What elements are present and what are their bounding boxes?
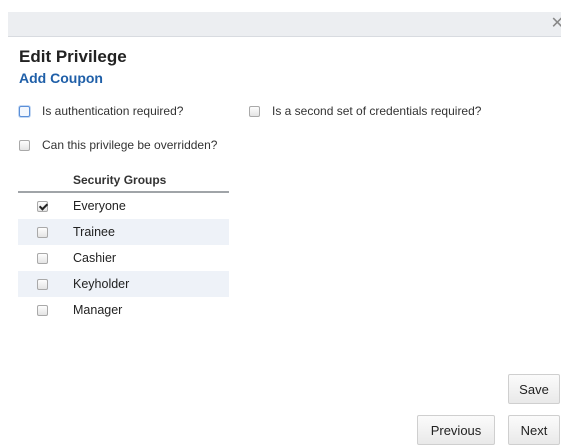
table-row[interactable]: Cashier [18, 245, 229, 271]
table-row[interactable]: Manager [18, 297, 229, 323]
row-label: Trainee [73, 225, 115, 239]
can-override-label: Can this privilege be overridden? [42, 138, 218, 152]
dialog-titlebar: ✕ [8, 12, 561, 37]
row-label: Manager [73, 303, 123, 317]
auth-required-checkbox[interactable] [19, 105, 30, 117]
can-override-checkbox[interactable] [19, 139, 30, 151]
table-row[interactable]: Keyholder [18, 271, 229, 297]
auth-required-label: Is authentication required? [42, 104, 184, 118]
row-checkbox[interactable] [37, 304, 48, 316]
row-checkbox[interactable] [37, 200, 48, 212]
page-title: Edit Privilege [19, 47, 127, 66]
next-button[interactable]: Next [508, 415, 560, 445]
row-label: Everyone [73, 199, 126, 213]
close-icon[interactable]: ✕ [551, 14, 561, 34]
second-credentials-option[interactable]: Is a second set of credentials required? [249, 104, 481, 118]
can-override-option[interactable]: Can this privilege be overridden? [19, 138, 217, 152]
second-credentials-checkbox[interactable] [249, 105, 260, 117]
row-label: Cashier [73, 251, 117, 265]
security-groups-header: Security Groups [18, 171, 229, 193]
second-credentials-label: Is a second set of credentials required? [272, 104, 482, 118]
row-checkbox[interactable] [37, 226, 48, 238]
table-row[interactable]: Trainee [18, 219, 229, 245]
row-label: Keyholder [73, 277, 130, 291]
row-checkbox[interactable] [37, 278, 48, 290]
edit-privilege-dialog: ✕ Edit Privilege Add Coupon Is authentic… [0, 0, 561, 446]
save-button[interactable]: Save [508, 374, 560, 404]
table-row[interactable]: Everyone [18, 193, 229, 219]
security-groups-table: Security Groups Everyone Trainee Cashier… [18, 171, 229, 323]
previous-button[interactable]: Previous [417, 415, 495, 445]
auth-required-option[interactable]: Is authentication required? [19, 104, 183, 118]
page-subtitle: Add Coupon [19, 70, 103, 86]
row-checkbox[interactable] [37, 252, 48, 264]
